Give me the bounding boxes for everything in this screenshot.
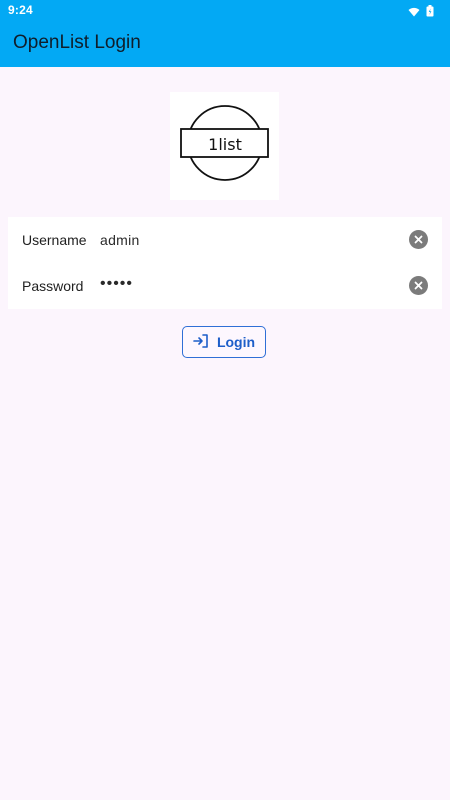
password-row: Password ••••• [8, 263, 442, 309]
logo: 1list [170, 92, 279, 200]
login-label: Login [216, 334, 256, 350]
clear-icon [414, 281, 423, 290]
logo-text: 1list [208, 135, 242, 154]
status-time: 9:24 [8, 3, 33, 17]
clear-username-button[interactable] [409, 230, 428, 249]
page-title: OpenList Login [13, 32, 141, 53]
password-field[interactable]: ••••• [100, 275, 133, 293]
battery-icon [426, 4, 434, 22]
wifi-icon [408, 4, 420, 22]
status-icons [408, 4, 434, 22]
username-label: Username [22, 232, 87, 248]
status-bar: 9:24 [0, 0, 450, 22]
login-icon [193, 333, 209, 351]
clear-password-button[interactable] [409, 276, 428, 295]
clear-icon [414, 235, 423, 244]
password-label: Password [22, 278, 84, 294]
username-row: Username admin [8, 217, 442, 263]
login-form: Username admin Password ••••• [8, 217, 442, 309]
username-field[interactable]: admin [100, 232, 140, 248]
login-button[interactable]: Login [182, 326, 266, 358]
app-bar: OpenList Login [0, 22, 450, 67]
